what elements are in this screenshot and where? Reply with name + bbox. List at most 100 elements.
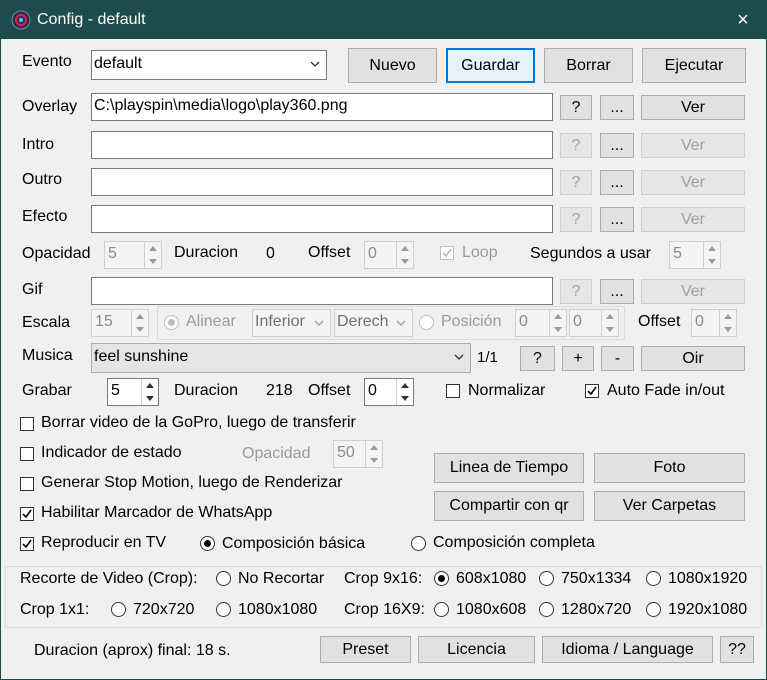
- preset-button[interactable]: Preset: [320, 636, 411, 663]
- segundos-stepper[interactable]: 5: [669, 241, 721, 269]
- intro-ver-button[interactable]: Ver: [641, 133, 745, 158]
- escala-offset-stepper[interactable]: 0: [691, 309, 737, 337]
- oir-button[interactable]: Oir: [641, 346, 745, 371]
- stop-motion-label: Generar Stop Motion, luego de Renderizar: [41, 474, 343, 491]
- grabar-stepper[interactable]: 5: [107, 378, 159, 406]
- crop-1080x1920-radio[interactable]: [646, 571, 661, 586]
- musica-remove-button[interactable]: -: [601, 346, 634, 371]
- stepper-arrows-icon: [131, 310, 148, 336]
- ver-carpetas-button[interactable]: Ver Carpetas: [594, 491, 745, 521]
- efecto-ver-button[interactable]: Ver: [641, 207, 745, 232]
- gif-browse-button[interactable]: ...: [600, 279, 634, 304]
- offset-label: Offset: [308, 244, 351, 261]
- title-bar: Config - default ×: [1, 1, 766, 39]
- alinear-radio[interactable]: [164, 315, 179, 330]
- crop-720x720-radio[interactable]: [111, 602, 126, 617]
- normalizar-checkbox[interactable]: [446, 384, 460, 398]
- crop-720x720-label: 720x720: [133, 601, 195, 618]
- licencia-button[interactable]: Licencia: [418, 636, 535, 663]
- auto-fade-checkbox[interactable]: [585, 384, 599, 398]
- musica-help-button[interactable]: ?: [520, 346, 555, 371]
- indicador-opacidad-stepper[interactable]: 50: [333, 440, 383, 468]
- outro-help-button[interactable]: ?: [560, 170, 592, 195]
- loop-checkbox[interactable]: [440, 246, 454, 260]
- linea-tiempo-button[interactable]: Linea de Tiempo: [434, 453, 584, 483]
- musica-count: 1/1: [477, 349, 498, 366]
- chevron-down-icon: [314, 320, 324, 326]
- overlay-help-button[interactable]: ?: [560, 95, 592, 120]
- gif-ver-button[interactable]: Ver: [641, 279, 745, 304]
- pos-x-stepper[interactable]: 0: [515, 309, 567, 337]
- outro-label: Outro: [22, 171, 63, 188]
- help-button[interactable]: ??: [720, 636, 754, 663]
- crop-1x1-label: Crop 1x1:: [20, 601, 90, 618]
- compartir-qr-button[interactable]: Compartir con qr: [434, 491, 584, 521]
- crop-1080x1080-radio[interactable]: [216, 602, 231, 617]
- stop-motion-checkbox[interactable]: [20, 477, 34, 491]
- evento-select[interactable]: default: [91, 50, 327, 80]
- outro-ver-button[interactable]: Ver: [641, 170, 745, 195]
- crop-750x1334-radio[interactable]: [539, 571, 554, 586]
- chevron-down-icon: [396, 320, 406, 326]
- window-title: Config - default: [37, 11, 146, 28]
- opacidad-stepper[interactable]: 5: [104, 241, 162, 269]
- posicion-radio[interactable]: [419, 315, 434, 330]
- config-window: Config - default × Evento default Nuevo …: [0, 0, 767, 680]
- foto-button[interactable]: Foto: [594, 453, 745, 483]
- intro-help-button[interactable]: ?: [560, 133, 592, 158]
- efecto-help-button[interactable]: ?: [560, 207, 592, 232]
- grabar-label: Grabar: [22, 382, 72, 399]
- idioma-button[interactable]: Idioma / Language: [542, 636, 713, 663]
- outro-browse-button[interactable]: ...: [600, 170, 634, 195]
- crop-1080x608-label: 1080x608: [456, 601, 527, 618]
- offset-stepper[interactable]: 0: [364, 241, 414, 269]
- checkmark-icon: [22, 509, 32, 519]
- efecto-browse-button[interactable]: ...: [600, 207, 634, 232]
- crop-1280x720-radio[interactable]: [539, 602, 554, 617]
- crop-9x16-label: Crop 9x16:: [344, 570, 423, 587]
- grabar-duracion-value: 218: [266, 382, 293, 399]
- checkmark-icon: [22, 539, 32, 549]
- efecto-path-input[interactable]: [91, 205, 553, 233]
- vertical-align-select[interactable]: Inferior: [252, 309, 331, 337]
- escala-stepper[interactable]: 15: [91, 309, 149, 337]
- normalizar-label: Normalizar: [468, 382, 546, 399]
- crop-1080x608-radio[interactable]: [434, 602, 449, 617]
- composicion-basica-radio[interactable]: [200, 536, 215, 551]
- overlay-browse-button[interactable]: ...: [600, 95, 634, 120]
- crop-608x1080-radio[interactable]: [434, 571, 449, 586]
- borrar-button[interactable]: Borrar: [544, 48, 633, 83]
- duracion-value: 0: [266, 245, 275, 262]
- stepper-arrows-icon: [365, 441, 382, 467]
- stepper-arrows-icon: [396, 379, 413, 405]
- intro-browse-button[interactable]: ...: [600, 133, 634, 158]
- ejecutar-button[interactable]: Ejecutar: [642, 48, 746, 83]
- horizontal-align-select[interactable]: Derech: [334, 309, 413, 337]
- close-icon[interactable]: ×: [730, 7, 756, 33]
- overlay-ver-button[interactable]: Ver: [641, 95, 745, 120]
- composicion-completa-radio[interactable]: [411, 536, 426, 551]
- gif-path-input[interactable]: [91, 277, 553, 305]
- no-recortar-label: No Recortar: [238, 570, 325, 587]
- no-recortar-radio[interactable]: [216, 571, 231, 586]
- nuevo-button[interactable]: Nuevo: [348, 48, 437, 83]
- intro-path-input[interactable]: [91, 131, 553, 159]
- musica-add-button[interactable]: +: [562, 346, 594, 371]
- grabar-offset-stepper[interactable]: 0: [364, 378, 414, 406]
- overlay-path-input[interactable]: C:\playspin\media\logo\play360.png: [91, 93, 553, 121]
- musica-select[interactable]: feel sunshine: [91, 343, 471, 373]
- outro-path-input[interactable]: [91, 168, 553, 196]
- crop-1920x1080-radio[interactable]: [646, 602, 661, 617]
- guardar-button[interactable]: Guardar: [446, 48, 535, 83]
- whatsapp-checkbox[interactable]: [20, 507, 34, 521]
- duracion-final-text: Duracion (aprox) final: 18 s.: [34, 642, 231, 659]
- stepper-arrows-icon: [141, 379, 158, 405]
- stepper-arrows-icon: [703, 242, 720, 268]
- crop-1920x1080-label: 1920x1080: [668, 601, 748, 618]
- borrar-gopro-checkbox[interactable]: [20, 417, 34, 431]
- tv-checkbox[interactable]: [20, 537, 34, 551]
- indicador-checkbox[interactable]: [20, 447, 34, 461]
- gif-help-button[interactable]: ?: [560, 279, 592, 304]
- pos-y-stepper[interactable]: 0: [569, 309, 619, 337]
- indicador-opacidad-label: Opacidad: [242, 445, 311, 462]
